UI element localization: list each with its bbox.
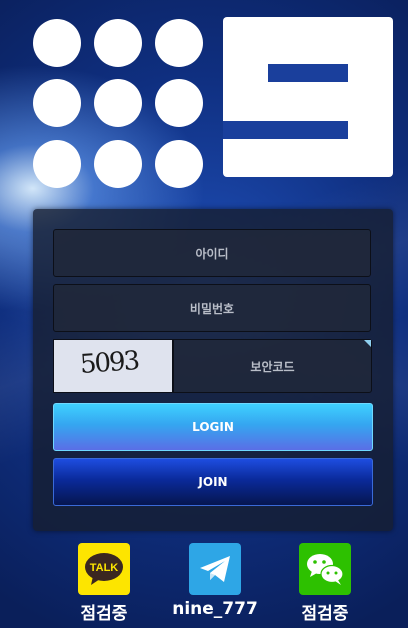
login-button-label: LOGIN (192, 420, 234, 434)
logo-dot (155, 19, 203, 67)
join-button-label: JOIN (198, 475, 228, 489)
kakaotalk-icon-text: TALK (90, 562, 119, 574)
logo-nine-bar (223, 121, 348, 139)
wechat-contact[interactable]: 점검중 (270, 543, 380, 624)
kakaotalk-label: 점검중 (80, 604, 128, 624)
login-form: 아이디 비밀번호 5093 보안코드 LOGIN JOIN (33, 209, 393, 531)
telegram-label: nine_777 (172, 599, 258, 619)
telegram-contact[interactable]: nine_777 (160, 543, 270, 619)
logo-dot (33, 79, 81, 127)
kakaotalk-contact[interactable]: TALK 점검중 (49, 543, 159, 624)
logo-dot (94, 79, 142, 127)
login-button[interactable]: LOGIN (53, 403, 373, 451)
corner-marker (364, 340, 371, 347)
logo-dot (94, 140, 142, 188)
logo-nine-bar (268, 64, 348, 82)
password-placeholder: 비밀번호 (189, 301, 235, 316)
logo-dot (33, 140, 81, 188)
captcha-input[interactable]: 보안코드 (173, 339, 372, 393)
id-input[interactable]: 아이디 (53, 229, 371, 277)
wechat-label: 점검중 (301, 604, 349, 624)
captcha-image[interactable]: 5093 (53, 339, 173, 393)
logo-dot (33, 19, 81, 67)
password-input[interactable]: 비밀번호 (53, 284, 371, 332)
logo-dot (155, 79, 203, 127)
join-button[interactable]: JOIN (53, 458, 373, 506)
logo-nine-panel (223, 17, 393, 177)
wechat-icon[interactable] (299, 543, 351, 595)
captcha-placeholder: 보안코드 (250, 359, 295, 374)
kakaotalk-icon[interactable]: TALK (78, 543, 130, 595)
logo-dot (155, 140, 203, 188)
id-placeholder: 아이디 (195, 246, 229, 261)
captcha-image-text: 5093 (79, 346, 140, 380)
logo-dot (94, 19, 142, 67)
telegram-icon[interactable] (189, 543, 241, 595)
